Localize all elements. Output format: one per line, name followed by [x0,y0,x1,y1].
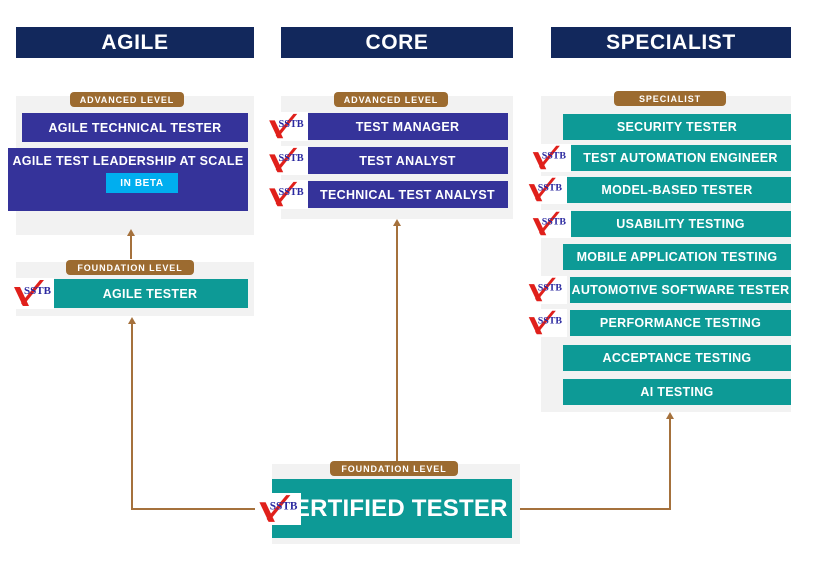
cert-test-manager[interactable]: TEST MANAGER [307,113,508,140]
sstb-logo-icon: SSTB [259,495,298,522]
cert-test-automation-engineer[interactable]: TEST AUTOMATION ENGINEER [570,145,791,171]
cert-automotive-software-tester[interactable]: AUTOMOTIVE SOFTWARE TESTER [570,277,791,303]
sstb-logo-test-analyst: SSTB [264,146,308,175]
connector-agile-foundation-to-advanced [130,235,132,259]
svg-text:SSTB: SSTB [542,150,567,161]
sstb-logo-icon: SSTB [269,113,304,139]
svg-text:SSTB: SSTB [538,182,563,193]
connector-base-to-core-vertical [396,225,398,463]
badge-agile-advanced-level: ADVANCED LEVEL [70,92,184,107]
cert-mobile-application-testing[interactable]: MOBILE APPLICATION TESTING [563,244,791,270]
svg-text:SSTB: SSTB [279,187,304,198]
cert-performance-testing[interactable]: PERFORMANCE TESTING [570,310,791,336]
cert-agile-tester[interactable]: AGILE TESTER [52,279,248,308]
column-header-specialist: SPECIALIST [551,27,791,58]
svg-text:SSTB: SSTB [279,153,304,164]
badge-core-advanced-level: ADVANCED LEVEL [334,92,448,107]
connector-base-to-specialist-vertical [669,418,671,510]
arrowhead-base-to-specialist [666,412,674,419]
column-header-core: CORE [281,27,513,58]
cert-agile-tester-label: AGILE TESTER [102,286,198,301]
cert-certified-tester-label: CERTIFIED TESTER [276,494,508,522]
cert-security-tester-label: SECURITY TESTER [616,120,738,134]
badge-base-foundation-level: FOUNDATION LEVEL [330,461,458,476]
column-header-core-label: CORE [365,30,429,54]
cert-agile-test-leadership-at-scale-label: AGILE TEST LEADERSHIP AT SCALE [12,154,244,168]
badge-in-beta-label: IN BETA [120,177,164,189]
cert-acceptance-testing[interactable]: ACCEPTANCE TESTING [563,345,791,371]
cert-security-tester[interactable]: SECURITY TESTER [563,114,791,140]
cert-agile-technical-tester[interactable]: AGILE TECHNICAL TESTER [22,113,248,142]
sstb-logo-icon: SSTB [528,310,563,335]
svg-text:SSTB: SSTB [542,216,567,227]
arrowhead-agile-foundation-to-advanced [127,229,135,236]
sstb-logo-usability-testing: SSTB [527,210,571,238]
sstb-logo-icon: SSTB [269,147,304,173]
svg-text:SSTB: SSTB [279,119,304,130]
cert-mobile-application-testing-label: MOBILE APPLICATION TESTING [576,250,778,264]
badge-specialist-label: SPECIALIST [638,93,701,104]
cert-acceptance-testing-label: ACCEPTANCE TESTING [602,351,752,365]
sstb-logo-automotive-software-tester: SSTB [523,276,567,304]
arrowhead-base-to-core [393,219,401,226]
cert-ai-testing-label: AI TESTING [640,385,714,399]
cert-test-manager-label: TEST MANAGER [355,119,460,134]
badge-specialist: SPECIALIST [614,91,726,106]
cert-test-automation-engineer-label: TEST AUTOMATION ENGINEER [583,151,778,165]
sstb-logo-agile-tester: SSTB [10,278,54,309]
sstb-logo-icon: SSTB [14,280,52,306]
cert-test-analyst-label: TEST ANALYST [359,153,456,168]
badge-in-beta: IN BETA [106,173,178,193]
sstb-logo-icon: SSTB [532,211,567,236]
sstb-logo-test-manager: SSTB [264,112,308,141]
column-header-agile: AGILE [16,27,254,58]
cert-usability-testing-label: USABILITY TESTING [616,217,745,231]
sstb-logo-certified-tester: SSTB [255,493,301,525]
arrowhead-base-to-agile [128,317,136,324]
cert-test-analyst[interactable]: TEST ANALYST [307,147,508,174]
cert-technical-test-analyst[interactable]: TECHNICAL TEST ANALYST [307,181,508,208]
badge-base-foundation-level-label: FOUNDATION LEVEL [341,463,447,474]
cert-usability-testing[interactable]: USABILITY TESTING [570,211,791,237]
sstb-logo-icon: SSTB [269,181,304,207]
cert-performance-testing-label: PERFORMANCE TESTING [599,316,762,330]
sstb-logo-test-automation-engineer: SSTB [527,144,571,172]
badge-agile-foundation-level: FOUNDATION LEVEL [66,260,194,275]
svg-text:SSTB: SSTB [24,285,52,297]
badge-core-advanced-level-label: ADVANCED LEVEL [343,94,439,105]
sstb-logo-performance-testing: SSTB [523,309,567,337]
cert-automotive-software-tester-label: AUTOMOTIVE SOFTWARE TESTER [571,283,790,297]
connector-base-to-agile-horizontal [131,508,273,510]
svg-text:SSTB: SSTB [538,282,563,293]
sstb-logo-icon: SSTB [528,277,563,302]
svg-text:SSTB: SSTB [538,315,563,326]
connector-base-to-agile-vertical [131,323,133,510]
cert-technical-test-analyst-label: TECHNICAL TEST ANALYST [320,187,495,202]
column-header-specialist-label: SPECIALIST [606,30,736,54]
sstb-logo-icon: SSTB [532,145,567,170]
cert-model-based-tester-label: MODEL-BASED TESTER [601,183,753,197]
sstb-logo-model-based-tester: SSTB [523,176,567,204]
certification-roadmap-diagram: AGILE CORE SPECIALIST ADVANCED LEVEL AGI… [0,0,818,566]
sstb-logo-icon: SSTB [528,177,563,202]
cert-model-based-tester[interactable]: MODEL-BASED TESTER [563,177,791,203]
column-header-agile-label: AGILE [101,30,169,54]
svg-text:SSTB: SSTB [270,501,298,513]
badge-agile-advanced-level-label: ADVANCED LEVEL [79,94,175,105]
badge-agile-foundation-level-label: FOUNDATION LEVEL [77,262,183,273]
cert-ai-testing[interactable]: AI TESTING [563,379,791,405]
cert-agile-technical-tester-label: AGILE TECHNICAL TESTER [48,120,222,135]
cert-certified-tester[interactable]: CERTIFIED TESTER [272,479,512,538]
sstb-logo-technical-test-analyst: SSTB [264,180,308,209]
connector-base-to-specialist-horizontal [518,508,670,510]
